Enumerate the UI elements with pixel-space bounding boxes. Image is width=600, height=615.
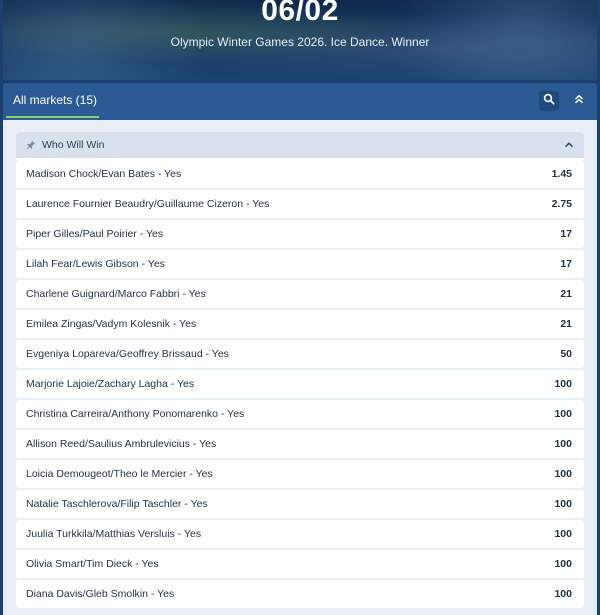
selection-name: Lilah Fear/Lewis Gibson - Yes bbox=[26, 258, 165, 270]
event-page: 06/02 Olympic Winter Games 2026. Ice Dan… bbox=[0, 0, 600, 615]
selection-list: Madison Chock/Evan Bates - Yes 1.45 Lauren… bbox=[16, 160, 584, 608]
selection-row[interactable]: Lilah Fear/Lewis Gibson - Yes 17 bbox=[16, 250, 584, 278]
selection-name: Juulia Turkkila/Matthias Versluis - Yes bbox=[26, 528, 202, 540]
selection-odds[interactable]: 100 bbox=[554, 438, 572, 450]
selection-odds[interactable]: 100 bbox=[554, 468, 572, 480]
selection-row[interactable]: Loicia Demougeot/Theo le Mercier - Yes 10… bbox=[16, 460, 584, 488]
selection-row[interactable]: Allison Reed/Saulius Ambrulevicius - Yes… bbox=[16, 430, 584, 458]
search-button[interactable] bbox=[539, 91, 559, 111]
selection-odds[interactable]: 100 bbox=[554, 528, 572, 540]
selection-odds[interactable]: 21 bbox=[560, 318, 572, 330]
selection-name: Charlene Guignard/Marco Fabbri - Yes bbox=[26, 288, 206, 300]
selection-odds[interactable]: 100 bbox=[554, 498, 572, 510]
selection-odds[interactable]: 100 bbox=[554, 588, 572, 600]
selection-name: Piper Gilles/Paul Poirier - Yes bbox=[26, 228, 164, 240]
selection-name: Evgeniya Lopareva/Geoffrey Brissaud - Ye… bbox=[26, 348, 229, 360]
tab-all-markets[interactable]: All markets (15) bbox=[13, 93, 97, 107]
market-group-header[interactable]: Who Will Win bbox=[16, 132, 584, 158]
selection-name: Laurence Fournier Beaudry/Guillaume Cize… bbox=[26, 198, 270, 210]
markets-panel: Who Will Win Madison Chock/Evan Bates - … bbox=[3, 120, 597, 615]
selection-row[interactable]: Piper Gilles/Paul Poirier - Yes 17 bbox=[16, 220, 584, 248]
selection-row[interactable]: Christina Carreira/Anthony Ponomarenko -… bbox=[16, 400, 584, 428]
selection-row[interactable]: Madison Chock/Evan Bates - Yes 1.45 bbox=[16, 160, 584, 188]
double-chevron-up-icon bbox=[573, 92, 585, 110]
selection-odds[interactable]: 17 bbox=[560, 258, 572, 270]
active-tab-indicator bbox=[6, 116, 99, 118]
selection-row[interactable]: Emilea Zingas/Vadym Kolesnik - Yes 21 bbox=[16, 310, 584, 338]
selection-odds[interactable]: 2.75 bbox=[552, 198, 572, 210]
selection-name: Madison Chock/Evan Bates - Yes bbox=[26, 168, 182, 180]
selection-odds[interactable]: 1.45 bbox=[552, 168, 572, 180]
market-group: Who Will Win Madison Chock/Evan Bates - … bbox=[16, 132, 584, 608]
search-icon bbox=[543, 92, 555, 110]
selection-row[interactable]: Diana Davis/Gleb Smolkin - Yes 100 bbox=[16, 580, 584, 608]
event-title: Olympic Winter Games 2026. Ice Dance. Wi… bbox=[170, 35, 430, 49]
selection-row[interactable]: Olivia Smart/Tim Dieck - Yes 100 bbox=[16, 550, 584, 578]
selection-odds[interactable]: 100 bbox=[554, 378, 572, 390]
selection-odds[interactable]: 50 bbox=[560, 348, 572, 360]
selection-row[interactable]: Charlene Guignard/Marco Fabbri - Yes 21 bbox=[16, 280, 584, 308]
selection-name: Christina Carreira/Anthony Ponomarenko -… bbox=[26, 408, 245, 420]
selection-row[interactable]: Natalie Taschlerova/Filip Taschler - Yes… bbox=[16, 490, 584, 518]
selection-name: Diana Davis/Gleb Smolkin - Yes bbox=[26, 588, 175, 600]
selection-name: Allison Reed/Saulius Ambrulevicius - Yes bbox=[26, 438, 217, 450]
selection-name: Olivia Smart/Tim Dieck - Yes bbox=[26, 558, 159, 570]
selection-odds[interactable]: 21 bbox=[560, 288, 572, 300]
event-hero-banner: 06/02 Olympic Winter Games 2026. Ice Dan… bbox=[3, 0, 597, 80]
selection-row[interactable]: Laurence Fournier Beaudry/Guillaume Cize… bbox=[16, 190, 584, 218]
selection-odds[interactable]: 17 bbox=[560, 228, 572, 240]
pin-icon[interactable] bbox=[26, 140, 36, 150]
selection-name: Emilea Zingas/Vadym Kolesnik - Yes bbox=[26, 318, 197, 330]
selection-name: Marjorie Lajoie/Zachary Lagha - Yes bbox=[26, 378, 195, 390]
selection-odds[interactable]: 100 bbox=[554, 558, 572, 570]
collapse-all-button[interactable] bbox=[569, 91, 589, 111]
event-date: 06/02 bbox=[261, 0, 339, 27]
selection-name: Natalie Taschlerova/Filip Taschler - Yes bbox=[26, 498, 208, 510]
selection-name: Loicia Demougeot/Theo le Mercier - Yes bbox=[26, 468, 213, 480]
selection-row[interactable]: Evgeniya Lopareva/Geoffrey Brissaud - Ye… bbox=[16, 340, 584, 368]
selection-row[interactable]: Marjorie Lajoie/Zachary Lagha - Yes 100 bbox=[16, 370, 584, 398]
selection-odds[interactable]: 100 bbox=[554, 408, 572, 420]
markets-tab-bar: All markets (15) bbox=[3, 83, 597, 120]
chevron-up-icon[interactable] bbox=[562, 138, 576, 152]
market-group-title: Who Will Win bbox=[42, 139, 105, 151]
selection-row[interactable]: Juulia Turkkila/Matthias Versluis - Yes 1… bbox=[16, 520, 584, 548]
